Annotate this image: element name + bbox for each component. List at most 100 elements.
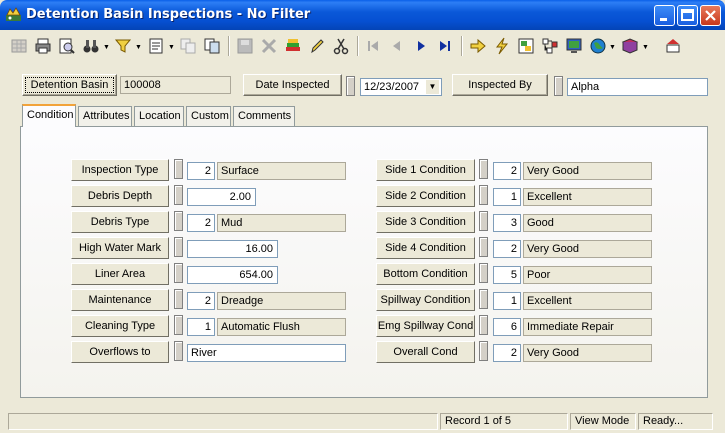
side-1-condition-button[interactable]: Side 1 Condition <box>376 159 475 181</box>
edit-button[interactable] <box>306 35 328 57</box>
tab-location[interactable]: Location <box>134 106 184 126</box>
lookup-bar[interactable] <box>479 263 488 283</box>
go-to-button[interactable] <box>467 35 489 57</box>
hierarchy-button[interactable] <box>539 35 561 57</box>
lookup-bar[interactable] <box>174 263 183 283</box>
date-inspected-field[interactable]: 12/23/2007 ▼ <box>360 78 442 96</box>
detention-basin-field[interactable]: 100008 <box>120 76 231 94</box>
search-button[interactable] <box>80 35 102 57</box>
lookup-bar[interactable] <box>174 341 183 361</box>
liner-area-field[interactable]: 654.00 <box>187 266 278 284</box>
liner-area-button[interactable]: Liner Area <box>71 263 169 285</box>
chevron-down-icon[interactable]: ▼ <box>642 44 649 51</box>
inspection-type-code[interactable]: 2 <box>187 162 215 180</box>
copy-form-button[interactable] <box>177 35 199 57</box>
next-record-button[interactable] <box>410 35 432 57</box>
detention-basin-button[interactable]: Detention Basin <box>22 74 117 96</box>
inspected-by-button[interactable]: Inspected By <box>452 74 548 96</box>
chevron-down-icon[interactable]: ▼ <box>135 44 142 51</box>
globe-button[interactable] <box>587 35 609 57</box>
spillway-condition-code[interactable]: 1 <box>493 292 521 310</box>
quick-action-button[interactable] <box>491 35 513 57</box>
duplicate-button[interactable] <box>201 35 223 57</box>
new-record-button[interactable] <box>8 35 30 57</box>
date-inspected-button[interactable]: Date Inspected <box>243 74 342 96</box>
overall-cond-button[interactable]: Overall Cond <box>376 341 475 363</box>
spillway-condition-button[interactable]: Spillway Condition <box>376 289 475 311</box>
lookup-bar[interactable] <box>174 185 183 205</box>
minimize-button[interactable] <box>654 5 675 26</box>
delete-button[interactable] <box>258 35 280 57</box>
side-3-condition-button[interactable]: Side 3 Condition <box>376 211 475 233</box>
lookup-bar[interactable] <box>479 315 488 335</box>
lookup-bar[interactable] <box>479 341 488 361</box>
overall-cond-code[interactable]: 2 <box>493 344 521 362</box>
close-button[interactable] <box>700 5 721 26</box>
lookup-bar[interactable] <box>479 289 488 309</box>
lookup-bar[interactable] <box>174 159 183 179</box>
record-counter: Record 1 of 5 <box>440 413 568 430</box>
emg-spillway-cond-button[interactable]: Emg Spillway Cond <box>376 315 475 337</box>
lookup-bar[interactable] <box>479 211 488 231</box>
side-4-condition-code[interactable]: 2 <box>493 240 521 258</box>
tab-condition[interactable]: Condition <box>22 104 76 127</box>
side-1-condition-code[interactable]: 2 <box>493 162 521 180</box>
high-water-mark-button[interactable]: High Water Mark <box>71 237 169 259</box>
cut-button[interactable] <box>330 35 352 57</box>
chevron-down-icon[interactable]: ▼ <box>168 44 175 51</box>
lookup-bar[interactable] <box>479 237 488 257</box>
print-button[interactable] <box>32 35 54 57</box>
gis-button[interactable] <box>563 35 585 57</box>
maintenance-code[interactable]: 2 <box>187 292 215 310</box>
chevron-down-icon[interactable]: ▼ <box>103 44 110 51</box>
toolbar-separator <box>357 36 359 56</box>
debris-depth-field[interactable]: 2.00 <box>187 188 256 206</box>
emg-spillway-cond-code[interactable]: 6 <box>493 318 521 336</box>
save-button[interactable] <box>234 35 256 57</box>
bottom-condition-button[interactable]: Bottom Condition <box>376 263 475 285</box>
side-3-condition-code[interactable]: 3 <box>493 214 521 232</box>
last-record-button[interactable] <box>434 35 456 57</box>
chevron-down-icon[interactable]: ▼ <box>609 44 616 51</box>
tab-custom[interactable]: Custom <box>186 106 231 126</box>
maintenance-button[interactable]: Maintenance <box>71 289 169 311</box>
debris-depth-button[interactable]: Debris Depth <box>71 185 169 207</box>
side-2-condition-code[interactable]: 1 <box>493 188 521 206</box>
tab-comments[interactable]: Comments <box>233 106 295 126</box>
lookup-bar[interactable] <box>174 289 183 309</box>
inspected-by-field[interactable]: Alpha <box>567 78 708 96</box>
tab-attributes[interactable]: Attributes <box>78 106 132 126</box>
spillway-condition-desc: Excellent <box>523 292 652 310</box>
first-record-button[interactable] <box>362 35 384 57</box>
library-button[interactable] <box>619 35 641 57</box>
filter-button[interactable] <box>112 35 134 57</box>
exit-button[interactable] <box>662 35 684 57</box>
previous-record-button[interactable] <box>386 35 408 57</box>
inspection-type-button[interactable]: Inspection Type <box>71 159 169 181</box>
cleaning-type-button[interactable]: Cleaning Type <box>71 315 169 337</box>
document-icon <box>149 38 163 54</box>
maintenance-desc: Dreadge <box>217 292 346 310</box>
debris-type-button[interactable]: Debris Type <box>71 211 169 233</box>
lookup-bar[interactable] <box>479 185 488 205</box>
side-4-condition-button[interactable]: Side 4 Condition <box>376 237 475 259</box>
debris-type-code[interactable]: 2 <box>187 214 215 232</box>
print-preview-button[interactable] <box>56 35 78 57</box>
overflows-to-field[interactable]: River <box>187 344 346 362</box>
overflows-to-button[interactable]: Overflows to <box>71 341 169 363</box>
inspector-lookup-bar[interactable] <box>554 76 563 96</box>
side-2-condition-button[interactable]: Side 2 Condition <box>376 185 475 207</box>
lookup-bar[interactable] <box>174 211 183 231</box>
bottom-condition-code[interactable]: 5 <box>493 266 521 284</box>
date-lookup-bar[interactable] <box>346 76 355 96</box>
report-button[interactable] <box>145 35 167 57</box>
lookup-bar[interactable] <box>174 237 183 257</box>
cleaning-type-code[interactable]: 1 <box>187 318 215 336</box>
maximize-button[interactable] <box>677 5 698 26</box>
lookup-bar[interactable] <box>479 159 488 179</box>
attachments-button[interactable] <box>282 35 304 57</box>
map-button[interactable] <box>515 35 537 57</box>
high-water-mark-field[interactable]: 16.00 <box>187 240 278 258</box>
lookup-bar[interactable] <box>174 315 183 335</box>
chevron-down-icon[interactable]: ▼ <box>426 80 439 94</box>
